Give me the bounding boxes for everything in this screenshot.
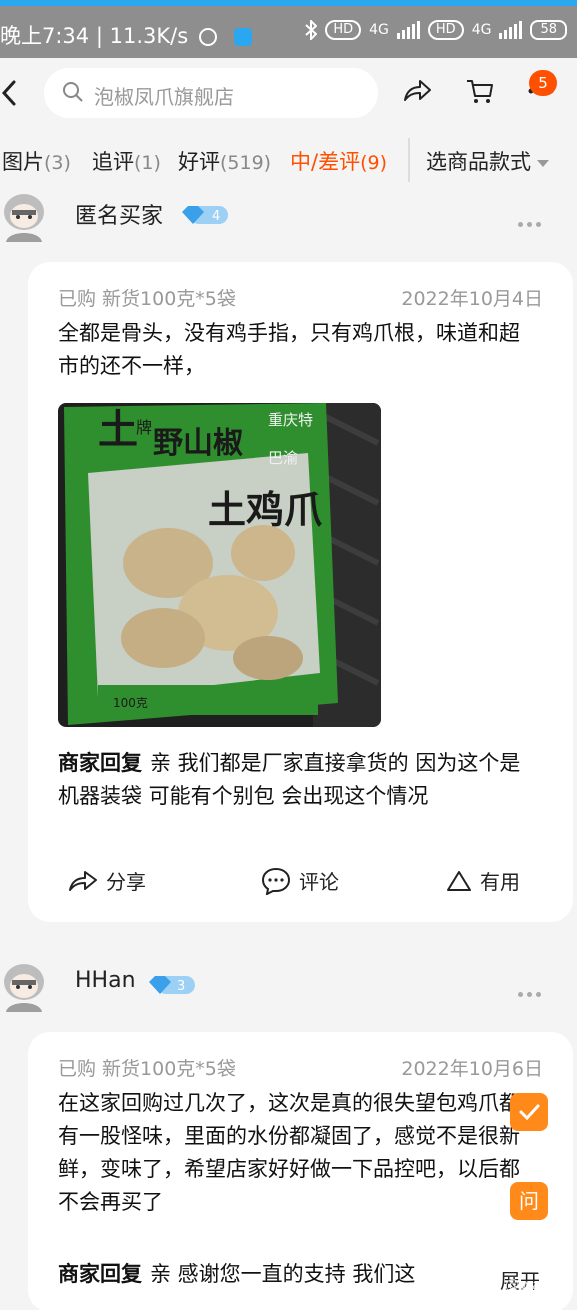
- review-date: 2022年10月6日: [401, 1058, 543, 1080]
- back-arrow-icon[interactable]: [0, 78, 20, 108]
- tab-label: 好评: [178, 150, 220, 174]
- more-options-icon[interactable]: [518, 982, 545, 1001]
- sku-select-label: 选商品款式: [426, 150, 531, 174]
- app-notification-icon: [233, 28, 252, 46]
- net-label-2: 4G: [471, 22, 492, 38]
- signal-icon-1: [396, 21, 420, 39]
- tab-count: (519): [220, 152, 272, 174]
- cart-badge: 5: [529, 70, 557, 96]
- reviewer-row: 匿名买家 4: [0, 186, 577, 246]
- reviewer-name: HHan: [75, 968, 136, 993]
- comment-action[interactable]: 评论: [261, 866, 339, 895]
- tab-label: 追评: [92, 150, 134, 174]
- network-speed: 11.3K/s: [109, 24, 189, 48]
- status-right: HD 4G HD 4G 58: [305, 20, 567, 40]
- review-text: 全都是骨头，没有鸡手指，只有鸡爪根，味道和超市的还不一样，: [58, 321, 520, 378]
- review-date: 2022年10月4日: [401, 288, 543, 310]
- diamond-level-icon: 4: [182, 206, 228, 224]
- status-bar: 晚上7:34 | 11.3K/s HD 4G HD 4G 58: [0, 0, 577, 58]
- share-label: 分享: [106, 870, 146, 894]
- review-photo[interactable]: 土 牌 野山椒 土鸡爪 重庆特 巴渝 100克: [58, 403, 381, 727]
- package-weight: 100克: [113, 696, 148, 710]
- status-left: 晚上7:34 | 11.3K/s: [0, 20, 252, 50]
- purchased-sku: 已购 新货100克*5袋: [58, 1058, 236, 1080]
- avatar[interactable]: [0, 960, 48, 1012]
- reply-label: 商家回复: [58, 751, 142, 775]
- reviewer-name: 匿名买家: [75, 204, 164, 229]
- tab-positive[interactable]: 好评(519): [178, 146, 271, 176]
- reviewer-row: HHan 3: [0, 956, 577, 1016]
- share-icon: [69, 870, 97, 891]
- tab-count: (1): [134, 152, 161, 174]
- package-tag-2: 巴渝: [268, 449, 298, 467]
- triangle-useful-icon: [447, 870, 471, 891]
- level-number: 3: [177, 979, 185, 994]
- review-card: 已购 新货100克*5袋 2022年10月6日 在这家回购过几次了，这次是真的很…: [28, 1032, 573, 1310]
- review-actions: 分享 评论 有用: [28, 866, 573, 906]
- level-number: 4: [212, 209, 220, 224]
- tab-label: 中/差评: [290, 150, 361, 174]
- tab-photos[interactable]: 图片(3): [2, 146, 71, 176]
- top-bar: 泡椒凤爪旗舰店: [0, 58, 577, 128]
- checklist-float-button[interactable]: [510, 1093, 548, 1131]
- reply-label: 商家回复: [58, 1262, 142, 1286]
- tab-divider: [408, 138, 410, 182]
- bluetooth-icon: [305, 20, 318, 40]
- package-brand-small: 牌: [136, 418, 152, 437]
- signal-icon-2: [499, 21, 523, 39]
- tab-negative[interactable]: 中/差评(9): [290, 146, 387, 176]
- watermark: 知乎 @waf: [470, 1276, 547, 1294]
- chevron-down-icon: [537, 159, 549, 167]
- search-icon: [63, 82, 83, 102]
- net-label-1: 4G: [369, 22, 389, 38]
- status-time: 晚上7:34: [0, 24, 90, 48]
- useful-label: 有用: [480, 870, 520, 894]
- share-action[interactable]: 分享: [68, 866, 146, 895]
- avatar[interactable]: [0, 190, 48, 242]
- reply-text: 亲 感谢您一直的支持 我们这: [150, 1262, 416, 1286]
- ask-float-button[interactable]: 问: [510, 1182, 548, 1220]
- tab-count: (9): [360, 152, 387, 174]
- package-title: 野山椒: [153, 426, 243, 461]
- comment-label: 评论: [299, 870, 339, 894]
- tab-followup[interactable]: 追评(1): [92, 146, 161, 176]
- comment-icon: [261, 867, 291, 895]
- checkmark-icon: [519, 1104, 540, 1121]
- package-title-2: 土鸡爪: [208, 487, 322, 532]
- package-tag: 重庆特: [268, 411, 313, 429]
- tab-label: 图片: [2, 150, 44, 174]
- package-brand: 土: [98, 406, 138, 453]
- share-icon[interactable]: [402, 76, 432, 106]
- tab-count: (3): [44, 152, 71, 174]
- merchant-reply: 商家回复亲 我们都是厂家直接拿货的 因为这个是机器装袋 可能有个别包 会出现这个…: [58, 747, 538, 813]
- filter-tabs: 图片(3) 追评(1) 好评(519) 中/差评(9) 选商品款式: [0, 130, 577, 188]
- purchased-sku: 已购 新货100克*5袋: [58, 288, 236, 310]
- hd-badge-2: HD: [427, 20, 464, 40]
- diamond-level-icon: 3: [149, 976, 195, 994]
- merchant-reply: 商家回复亲 感谢您一直的支持 我们这: [58, 1258, 508, 1291]
- useful-action[interactable]: 有用: [446, 866, 520, 895]
- battery-icon: 58: [530, 20, 567, 40]
- cart-icon[interactable]: [465, 76, 495, 106]
- hd-badge-1: HD: [325, 20, 362, 40]
- more-options-icon[interactable]: [518, 212, 545, 231]
- review-text: 在这家回购过几次了，这次是真的很失望包鸡爪都有一股怪味，里面的水份都凝固了，感觉…: [58, 1091, 520, 1214]
- review-card: 已购 新货100克*5袋 2022年10月4日 全都是骨头，没有鸡手指，只有鸡爪…: [28, 262, 573, 922]
- alarm-icon: [198, 28, 217, 46]
- search-placeholder: 泡椒凤爪旗舰店: [94, 85, 234, 109]
- search-bar[interactable]: 泡椒凤爪旗舰店: [44, 68, 378, 118]
- sku-select[interactable]: 选商品款式: [426, 146, 549, 176]
